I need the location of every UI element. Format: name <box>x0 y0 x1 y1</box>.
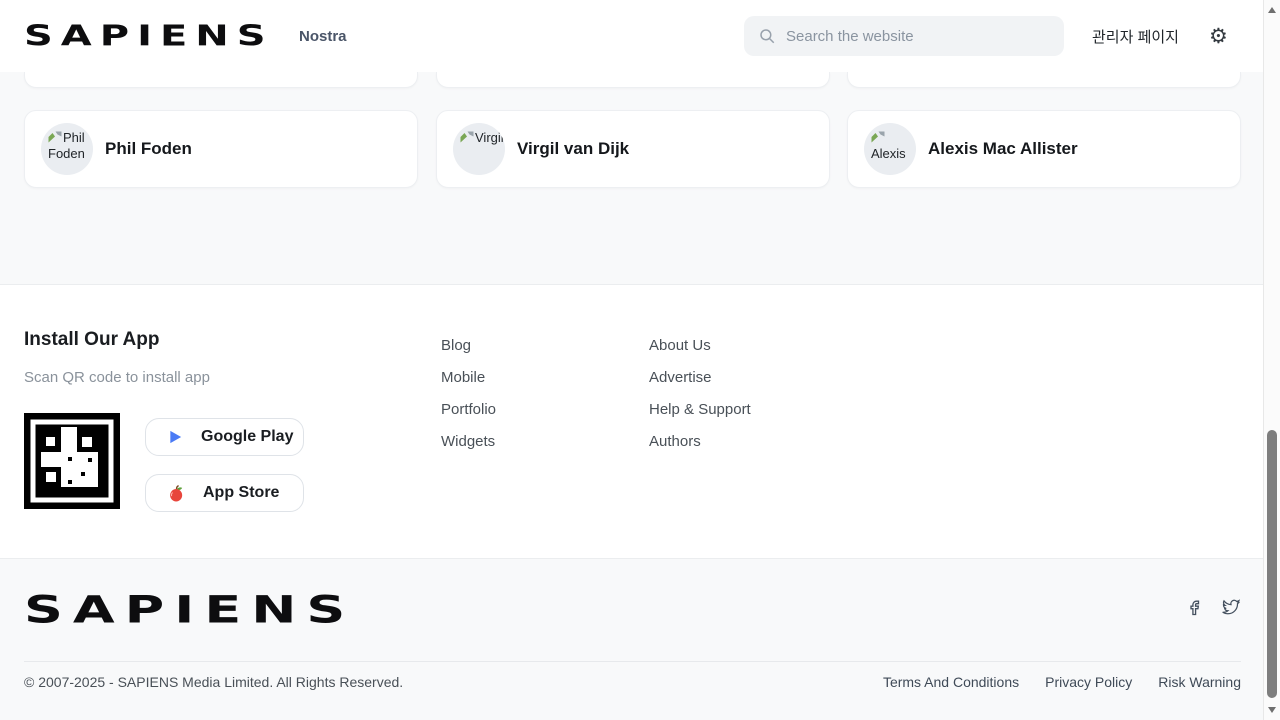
header-logo[interactable]: SAPIENS <box>24 0 274 72</box>
footer-link-mobile[interactable]: Mobile <box>441 369 485 386</box>
header: SAPIENS Nostra 관리자 페이지 ⚙ <box>0 0 1263 72</box>
player-card[interactable]: Phil Foden Phil Foden <box>24 110 418 188</box>
broken-image-icon <box>460 131 474 143</box>
admin-page-link[interactable]: 관리자 페이지 <box>1092 0 1179 72</box>
scrollbar-down-arrow[interactable] <box>1268 707 1276 713</box>
avatar-alt-text: Alexis <box>871 146 906 161</box>
app-store-label: App Store <box>203 484 279 502</box>
apple-icon <box>168 485 185 502</box>
scrollbar-up-arrow[interactable] <box>1268 7 1276 13</box>
card-partial[interactable] <box>436 72 830 88</box>
social-links <box>1186 597 1242 617</box>
avatar-alt-text: Virgil <box>475 130 504 145</box>
copyright-text: © 2007-2025 - SAPIENS Media Limited. All… <box>24 674 403 690</box>
footer-link-portfolio[interactable]: Portfolio <box>441 401 496 418</box>
player-name: Alexis Mac Allister <box>928 139 1078 159</box>
player-name: Phil Foden <box>105 139 192 159</box>
footer-link-authors[interactable]: Authors <box>649 433 701 450</box>
header-logo-text: SAPIENS <box>24 19 274 52</box>
risk-warning-link[interactable]: Risk Warning <box>1158 674 1241 690</box>
install-app-subtitle: Scan QR code to install app <box>24 369 210 386</box>
card-partial[interactable] <box>24 72 418 88</box>
twitter-icon[interactable] <box>1220 597 1242 617</box>
facebook-icon[interactable] <box>1186 597 1206 617</box>
footer-divider <box>24 661 1241 662</box>
scrollbar-thumb[interactable] <box>1267 430 1277 698</box>
broken-image-icon <box>48 131 62 143</box>
player-card[interactable]: Alexis Alexis Mac Allister <box>847 110 1241 188</box>
avatar: Phil Foden <box>41 123 93 175</box>
terms-link[interactable]: Terms And Conditions <box>883 674 1019 690</box>
app-store-button[interactable]: App Store <box>145 474 304 512</box>
footer-link-blog[interactable]: Blog <box>441 337 471 354</box>
play-triangle-icon <box>168 429 183 445</box>
card-partial[interactable] <box>847 72 1241 88</box>
google-play-label: Google Play <box>201 428 293 446</box>
google-play-button[interactable]: Google Play <box>145 418 304 456</box>
footer-bottom: SAPIENS © 2007-2025 - SAPIENS Media Limi… <box>0 558 1263 720</box>
search-icon <box>758 27 776 45</box>
player-name: Virgil van Dijk <box>517 139 629 159</box>
footer-link-advertise[interactable]: Advertise <box>649 369 712 386</box>
site-name[interactable]: Nostra <box>299 0 347 72</box>
player-card[interactable]: Virgil Virgil van Dijk <box>436 110 830 188</box>
footer-links-column-1: Blog Mobile Portfolio Widgets <box>441 337 496 465</box>
footer-main: Install Our App Scan QR code to install … <box>0 284 1263 558</box>
footer-link-about-us[interactable]: About Us <box>649 337 711 354</box>
scrollbar[interactable] <box>1263 0 1280 720</box>
gear-icon[interactable]: ⚙ <box>1209 0 1228 72</box>
search-bar[interactable] <box>744 16 1064 56</box>
footer-logo[interactable]: SAPIENS <box>24 581 355 637</box>
footer-link-help-support[interactable]: Help & Support <box>649 401 751 418</box>
avatar: Alexis <box>864 123 916 175</box>
broken-image-icon <box>871 131 885 143</box>
search-input[interactable] <box>786 28 1050 45</box>
privacy-policy-link[interactable]: Privacy Policy <box>1045 674 1132 690</box>
avatar: Virgil <box>453 123 505 175</box>
footer-link-widgets[interactable]: Widgets <box>441 433 495 450</box>
footer-links-column-2: About Us Advertise Help & Support Author… <box>649 337 751 465</box>
install-app-title: Install Our App <box>24 329 159 351</box>
page: Phil Foden Phil Foden Virgil Virgil van … <box>0 0 1280 720</box>
qr-code <box>24 413 120 509</box>
footer-logo-text: SAPIENS <box>24 587 355 631</box>
legal-links: Terms And Conditions Privacy Policy Risk… <box>883 674 1241 690</box>
qr-code-image <box>24 413 120 509</box>
